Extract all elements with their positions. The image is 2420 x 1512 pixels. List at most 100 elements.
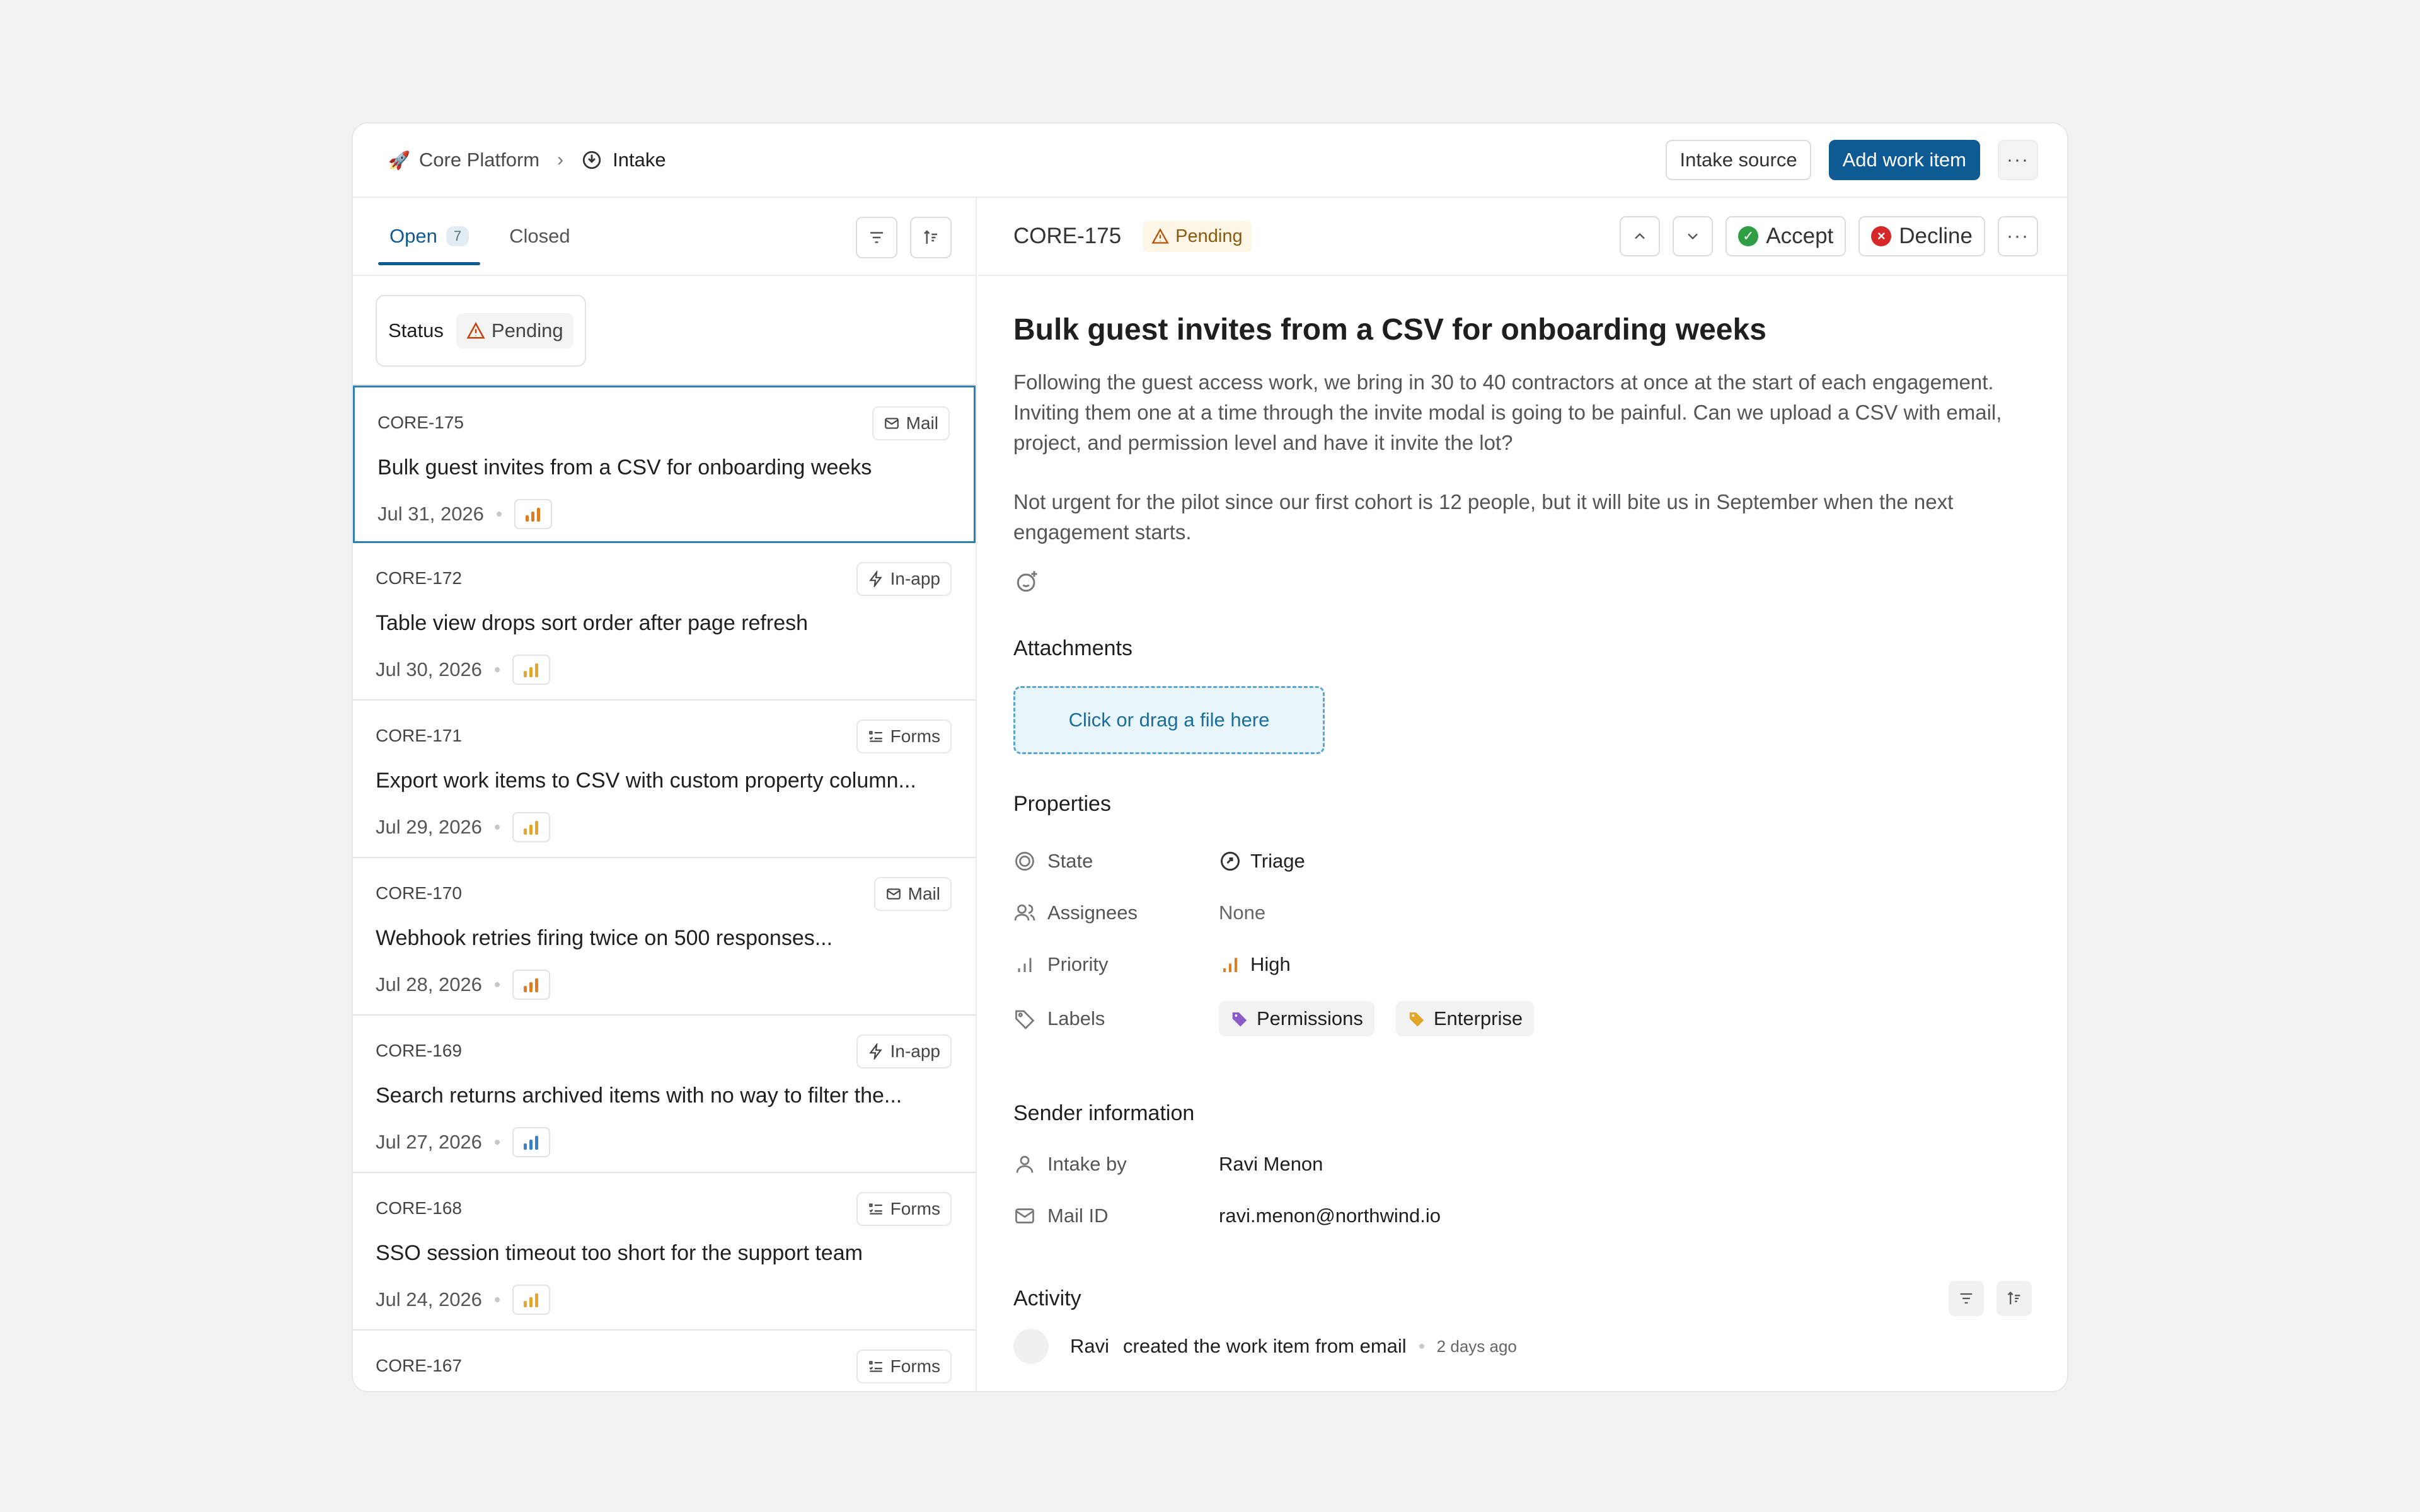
description-paragraph-1[interactable]: Following the guest access work, we brin… <box>1013 367 2047 458</box>
item-title: Search returns archived items with no wa… <box>376 1084 902 1108</box>
tab-open[interactable]: Open 7 <box>378 198 481 275</box>
labels-value: Permissions Enterprise <box>1219 1001 1547 1036</box>
more-icon[interactable]: ··· <box>1998 216 2038 256</box>
sender-heading: Sender information <box>1013 1101 1195 1125</box>
description-paragraph-2[interactable]: Not urgent for the pilot since our first… <box>1013 487 2047 547</box>
priority-icon[interactable] <box>514 499 552 529</box>
avatar <box>1013 1329 1049 1364</box>
assignees-label: Assignees <box>1047 902 1138 924</box>
emoji-icon[interactable] <box>1013 568 1041 595</box>
source-label: In-app <box>890 1041 940 1061</box>
tab-open-label: Open <box>389 225 437 247</box>
activity-text: created the work item from email <box>1123 1335 1407 1357</box>
activity-filter-button[interactable] <box>1949 1281 1984 1316</box>
previous-item-button[interactable] <box>1620 216 1661 256</box>
decline-label: Decline <box>1899 224 1973 248</box>
sort-icon <box>2007 1292 2020 1305</box>
item-id: CORE-170 <box>376 883 462 903</box>
activity-header: Activity <box>1013 1281 2032 1316</box>
next-item-button[interactable] <box>1673 216 1714 256</box>
active-filters: Status Pending <box>353 276 976 386</box>
status-filter-chip[interactable]: Status Pending <box>376 295 586 367</box>
intake-source-button[interactable]: Intake source <box>1666 140 1811 180</box>
priority-value[interactable]: High <box>1219 953 1291 976</box>
status-badge: Pending <box>1143 220 1252 252</box>
list-item[interactable]: CORE-175 Mail Bulk guest invites from a CS… <box>353 386 976 543</box>
assignees-value[interactable]: None <box>1219 902 1265 924</box>
warning-icon <box>466 322 485 339</box>
label-chip-permissions[interactable]: Permissions <box>1219 1001 1374 1036</box>
tag-icon <box>1409 1012 1424 1027</box>
decline-button[interactable]: × Decline <box>1858 216 1985 256</box>
sort-button[interactable] <box>910 217 952 258</box>
chevron-right-icon: › <box>557 149 564 170</box>
tab-closed[interactable]: Closed <box>498 198 582 275</box>
sort-icon <box>924 230 937 244</box>
source-badge: Mail <box>872 406 950 440</box>
properties-list: State Triage Assignees None Priority Hig… <box>1013 835 2032 1047</box>
chevron-down-icon <box>1688 233 1698 240</box>
source-label: Forms <box>890 1199 940 1218</box>
sender-list: Intake by Ravi Menon Mail ID ravi.menon@… <box>1013 1138 2032 1242</box>
breadcrumb-project[interactable]: Core Platform <box>419 149 539 171</box>
list-item[interactable]: CORE-170 Mail Webhook retries firing twice… <box>353 858 976 1016</box>
activity-heading: Activity <box>1013 1286 1081 1310</box>
state-value-label: Triage <box>1250 850 1305 872</box>
work-item-title[interactable]: Bulk guest invites from a CSV for onboar… <box>1013 312 2032 347</box>
top-bar: 🚀 Core Platform › Intake Intake source A… <box>353 123 2067 198</box>
priority-icon[interactable] <box>512 1285 550 1315</box>
tag-icon <box>1015 1010 1035 1029</box>
intake-list-pane: Open 7 Closed Status Pending CORE-175 Ma… <box>353 198 977 1391</box>
source-label: In-app <box>890 569 940 588</box>
list-item[interactable]: CORE-168 Forms SSO session timeout too sho… <box>353 1173 976 1331</box>
mail-icon <box>886 888 901 900</box>
activity-entry: Ravi created the work item from email 2 … <box>1013 1329 2032 1364</box>
property-assignees: Assignees None <box>1013 887 2032 939</box>
list-item[interactable]: CORE-171 Forms Export work items to CSV wi… <box>353 701 976 858</box>
activity-sort-button[interactable] <box>1997 1281 2032 1316</box>
filter-key: Status <box>388 319 444 341</box>
list-item[interactable]: CORE-169 In-app Search returns archived it… <box>353 1016 976 1173</box>
property-state: State Triage <box>1013 835 2032 887</box>
item-id: CORE-175 <box>377 413 464 432</box>
tag-icon <box>1232 1012 1247 1027</box>
bolt-icon <box>868 571 882 587</box>
x-circle-icon: × <box>1871 226 1892 246</box>
chevron-up-icon <box>1635 232 1645 239</box>
state-icon <box>1015 852 1034 871</box>
source-label: Forms <box>890 726 940 746</box>
activity-actor[interactable]: Ravi <box>1070 1335 1109 1358</box>
detail-header: CORE-175 Pending ✓ Accept × Decline ··· <box>978 198 2067 276</box>
source-badge: In-app <box>856 562 952 596</box>
detail-content: Bulk guest invites from a CSV for onboar… <box>978 276 2067 1364</box>
file-dropzone[interactable]: Click or drag a file here <box>1013 686 1325 754</box>
property-priority: Priority High <box>1013 939 2032 990</box>
more-icon[interactable]: ··· <box>1998 140 2038 180</box>
user-icon <box>1016 1155 1034 1173</box>
forms-icon <box>868 1361 882 1372</box>
priority-icon[interactable] <box>512 1127 550 1157</box>
filter-button[interactable] <box>856 217 897 258</box>
label-chip-enterprise[interactable]: Enterprise <box>1395 1001 1535 1036</box>
filter-value: Pending <box>456 313 573 348</box>
state-value[interactable]: Triage <box>1219 850 1305 873</box>
accept-button[interactable]: ✓ Accept <box>1726 216 1847 256</box>
item-title: Bulk guest invites from a CSV for onboar… <box>377 455 872 479</box>
source-label: Forms <box>890 1356 940 1376</box>
priority-high-icon <box>1223 958 1237 972</box>
detail-id: CORE-175 <box>1013 224 1122 248</box>
item-title: SSO session timeout too short for the su… <box>376 1241 863 1265</box>
priority-icon[interactable] <box>512 655 550 685</box>
list-item[interactable]: CORE-167 Forms <box>353 1331 976 1391</box>
list-item[interactable]: CORE-172 In-app Table view drops sort orde… <box>353 543 976 701</box>
priority-icon[interactable] <box>512 812 550 842</box>
item-title: Webhook retries firing twice on 500 resp… <box>376 926 833 950</box>
item-date: Jul 30, 2026 <box>376 658 482 680</box>
filter-icon <box>1960 1293 1973 1304</box>
tab-bar: Open 7 Closed <box>353 198 976 276</box>
add-work-item-button[interactable]: Add work item <box>1828 140 1980 180</box>
priority-icon[interactable] <box>512 970 550 1000</box>
intake-items: CORE-175 Mail Bulk guest invites from a CS… <box>353 386 976 1391</box>
activity-time: 2 days ago <box>1436 1336 1517 1356</box>
warning-icon <box>1151 228 1169 244</box>
